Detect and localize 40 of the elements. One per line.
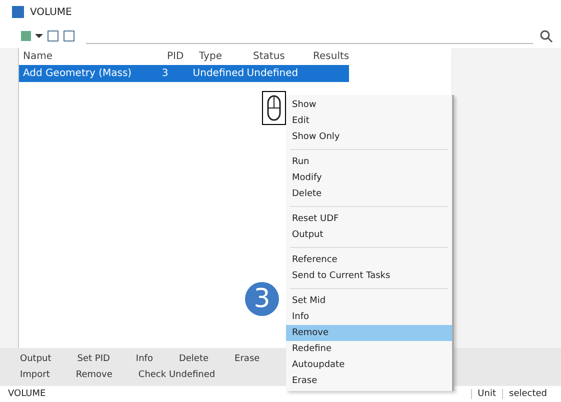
menu-item[interactable]: Autoupdate — [286, 357, 452, 373]
status-field: Unit — [470, 389, 502, 399]
table-cell-text: Add Geometry (Mass) — [22, 68, 133, 79]
menu-item[interactable]: Run — [286, 154, 452, 170]
action-button[interactable]: Import — [10, 368, 60, 382]
window-title: VOLUME — [30, 6, 72, 18]
menu-item[interactable]: Show Only — [286, 129, 452, 145]
status-field: selected — [502, 389, 553, 399]
column-header[interactable]: PID — [163, 51, 195, 62]
menu-item[interactable]: Delete — [286, 186, 452, 202]
column-header[interactable]: Status — [249, 51, 309, 62]
action-button[interactable]: Remove — [66, 368, 122, 382]
menu-item[interactable]: Output — [286, 227, 452, 243]
menu-item[interactable]: Set Mid — [286, 293, 452, 309]
menu-item[interactable]: Remove — [286, 325, 452, 341]
table-row[interactable]: Add Geometry (Mass) 3 Undefined Undefined — [19, 65, 349, 82]
action-button[interactable]: Check Undefined — [128, 368, 226, 382]
menu-item[interactable]: Send to Current Tasks — [286, 268, 452, 284]
search-icon[interactable] — [539, 29, 553, 43]
menu-item[interactable]: Redefine — [286, 341, 452, 357]
action-button[interactable]: Set PID — [67, 352, 120, 366]
action-button[interactable]: Info — [126, 352, 163, 366]
menu-item[interactable]: Info — [286, 309, 452, 325]
status-text: VOLUME — [8, 389, 46, 399]
column-header[interactable]: Results — [309, 51, 359, 62]
menu-item[interactable]: Reset UDF — [286, 211, 452, 227]
app-icon — [12, 6, 24, 18]
table-cell-text: Undefined — [192, 68, 243, 79]
menu-item[interactable]: Reference — [286, 252, 452, 268]
menu-item[interactable]: Erase — [286, 373, 452, 389]
menu-item[interactable]: Show — [286, 97, 452, 113]
menu-item[interactable]: Edit — [286, 113, 452, 129]
table-cell-text: 3 — [160, 68, 170, 79]
action-button[interactable]: Delete — [168, 352, 219, 366]
menu-item[interactable]: Modify — [286, 170, 452, 186]
action-button[interactable]: Output — [10, 352, 62, 366]
table-cell-text: Undefined — [246, 68, 300, 79]
action-button[interactable]: Erase — [224, 352, 270, 366]
column-header[interactable]: Type — [195, 51, 249, 62]
column-header[interactable]: Name — [19, 51, 163, 62]
